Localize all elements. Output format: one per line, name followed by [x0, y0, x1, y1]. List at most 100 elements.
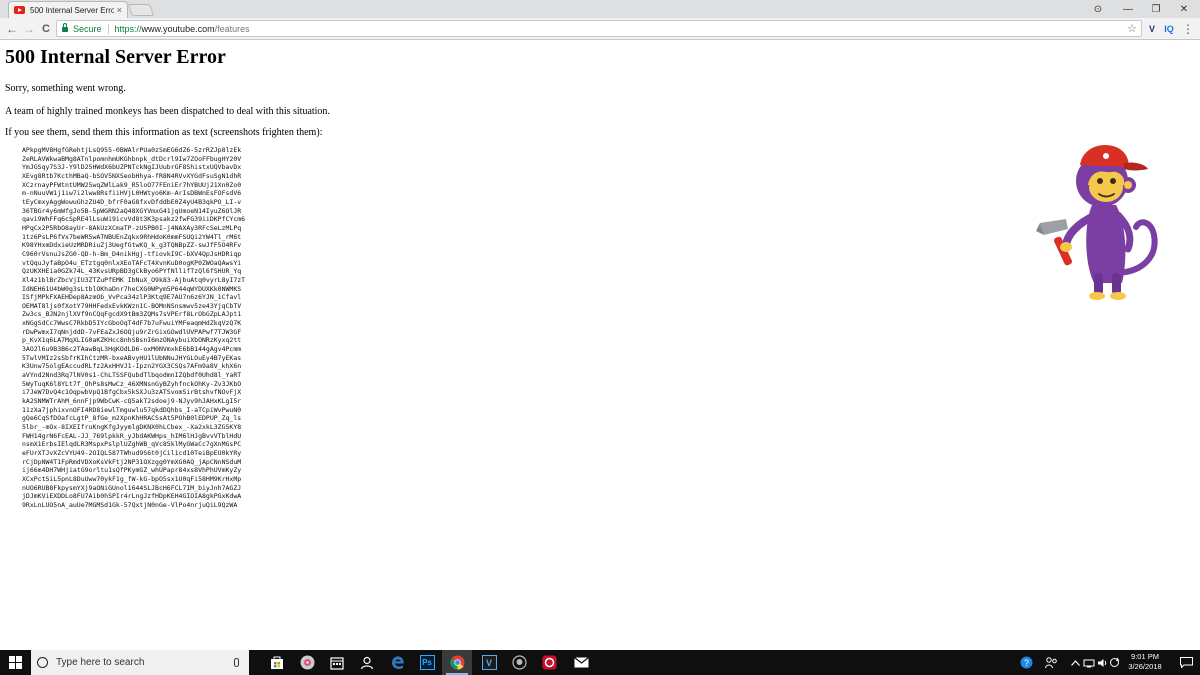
extension-v-icon[interactable]: V	[1144, 20, 1160, 38]
mail-icon[interactable]	[566, 650, 596, 675]
debug-info-line: qavi9WhFFq6cSpRE4lLsuWi9icvVd8t3K3psakz2…	[22, 215, 246, 224]
debug-info-line: ij66m4DH7WHjiatG9orltu1sQfPKymGZ_whUPapr…	[22, 466, 242, 475]
debug-info-line: nsmX1ErbsIElqdLR3MspxPslplUZghWB_qVc85kl…	[22, 440, 242, 449]
edge-icon[interactable]	[382, 650, 412, 675]
debug-info-line: Zw3cs_BJN2njlXVf9nCQqFgcdX9tBm3ZQMs7sVPE…	[22, 310, 242, 319]
debug-info-line: K3Unw75olgEAccudRLfz2AxHHVJ1-Ipzn2YGX3CS…	[22, 362, 242, 371]
debug-info-line: YmJGSqy7S3J-Y9lD25HWdX6bUZPNTckNgIJUubrG…	[22, 163, 242, 172]
debug-info-line: xNGgSdCc7WwsC7RkbD5IYcGboOqT4dF7b7uFwuiY…	[22, 319, 242, 328]
extension-iq-icon[interactable]: IQ	[1160, 20, 1178, 38]
system-clock[interactable]: 9:01 PM 3/26/2018	[1120, 652, 1170, 672]
photoshop-icon[interactable]: Ps	[412, 650, 442, 675]
clock-date: 3/26/2018	[1128, 662, 1162, 671]
debug-info-line: C960rVsnuJsZG0-QD-h-Bm_D4nikHgj-tfiovkI9…	[22, 249, 242, 258]
error-message-instructions: If you see them, send them this informat…	[5, 127, 323, 138]
svg-text:?: ?	[1023, 658, 1028, 668]
debug-info-line: gQe6CqSfDOafcLgtP_8fGe_m2XpnKhHRACSsAt5P…	[22, 414, 242, 423]
debug-info-line: 9RxLnLUO5nA_auUe7MGMSd1Gk-57QxtjN0nGe-Vl…	[22, 500, 238, 509]
debug-info-line: QzUKXHEia0GZk74L_43KvsURpBD3gCkByo6PYfNl…	[22, 267, 242, 276]
debug-info-line: ISfjMPkFXAEHDep8AzmOb_VvPca34zlP3Ktq9E7A…	[22, 293, 242, 302]
secure-label: Secure	[73, 23, 102, 34]
people-tray-icon[interactable]	[1040, 650, 1062, 675]
photoshop-label: Ps	[419, 655, 435, 670]
clock-time: 9:01 PM	[1131, 652, 1159, 661]
debug-info-line: jDJmKViEXDDLo8FU7Aib0hSPIr4rLngJzfHDpKEH…	[22, 492, 242, 501]
tab-active[interactable]: 500 Internal Server Error ×	[8, 1, 128, 18]
network-icon[interactable]	[1082, 650, 1096, 675]
page-content: 500 Internal Server Error Sorry, somethi…	[0, 41, 1200, 650]
taskbar-search-box[interactable]: Type here to search	[31, 650, 249, 675]
cortana-icon	[37, 657, 48, 668]
debug-info-line: XCzrnayPFWtntUMW25wqZWlLak9_R5loO77FEniE…	[22, 180, 242, 189]
chevron-up-icon[interactable]	[1068, 650, 1082, 675]
debug-info-line: XEvg8Rtb7KcthMBaQ-bSOV5NXSeobHhya-fR8N4R…	[22, 171, 242, 180]
error-message-monkeys: A team of highly trained monkeys has bee…	[5, 106, 330, 117]
search-placeholder: Type here to search	[56, 657, 145, 668]
debug-info-line: 11zXa7jphixvnOFI4RD8iewlTmguwlu57qkdDQhb…	[22, 405, 242, 414]
debug-info-line: APkpgMV8HgfGRehtjLsQ955-0BWAlrPUa0zSmEG6…	[22, 146, 242, 154]
debug-info-line: FWH14grN6FcEAL-JJ_769lpkkR_yJbdAKWHps_hI…	[22, 431, 242, 440]
lock-icon	[62, 23, 68, 32]
debug-info-line: rCjDpNW4T1FpRmdVDXoKsVkFtj2NP31OXzgg0YmX…	[22, 457, 242, 466]
visual-studio-icon[interactable]: V	[474, 650, 504, 675]
debug-info-line: 3AO2l6u9B3B6c2TAawBqL3HqKOdLD6-oxM0NVmxk…	[22, 345, 242, 354]
debug-info-line: vtQquJyfaBpO4u_ETztgq0nlxXEoTAFcT4XvnKuD…	[22, 258, 242, 267]
debug-info-line: IdNEH61U4bW0g3sLtblOKhaDnr7heCXG0WPym5P6…	[22, 284, 242, 293]
forward-button[interactable]: →	[21, 20, 37, 38]
windows-taskbar: Type here to search Ps V ? 9:01 PM 3/26/…	[0, 650, 1200, 675]
reload-button[interactable]: C	[38, 20, 54, 38]
debug-info-line: p_KvX1q6LA7MqXLIG0aKZKHcc8nhSBsnI6mzONAy…	[22, 336, 242, 345]
visual-studio-label: V	[481, 655, 497, 670]
chrome-menu-icon[interactable]: ⋮	[1180, 20, 1196, 38]
chrome-icon[interactable]	[442, 650, 472, 675]
close-window-button[interactable]: ✕	[1170, 0, 1198, 18]
url-host: www.youtube.com	[141, 23, 215, 34]
music-icon[interactable]	[292, 650, 322, 675]
bookmark-star-icon[interactable]: ☆	[1127, 22, 1137, 35]
debug-info-line: 5lbr_-mOx-8IXEIfruKngKfgJyymlgDKNX0hLCbe…	[22, 423, 242, 431]
ccleaner-icon[interactable]	[534, 650, 564, 675]
error-message-sorry: Sorry, something went wrong.	[5, 83, 126, 94]
debug-info-line: kA2SNMWTrAhM_6nnFjp9WbCwK-cQ5akT2sdoej9-…	[22, 397, 242, 406]
microphone-icon[interactable]	[234, 658, 239, 667]
maximize-button[interactable]: ❐	[1142, 0, 1170, 18]
debug-info-block[interactable]: APkpgMV8HgfGRehtjLsQ955-0BWAlrPUa0zSmEG6…	[22, 146, 245, 510]
tab-strip: 500 Internal Server Error × ⊙ — ❐ ✕	[0, 0, 1200, 18]
sync-icon[interactable]	[1108, 650, 1120, 675]
debug-info-line: nUO6RUB8FkpysmYXj9aONiGUnol1644SLJBcH6FC…	[22, 483, 242, 492]
github-icon[interactable]	[504, 650, 534, 675]
people-icon[interactable]	[352, 650, 382, 675]
debug-info-line: tEyCmxyAggWowuGhzZU4D_bfrF0aG8fxvDfddbE0…	[22, 197, 242, 206]
help-icon[interactable]: ?	[1016, 650, 1036, 675]
debug-info-line: i7JeW7DvQ4c1OqpwbVpQ1BfgCbx5kSXJu3zATSvo…	[22, 388, 242, 397]
debug-info-line: m-nNuuVW1j1iw7i2lww8RsfiiHVjL0HWtyo6Km-A…	[22, 189, 242, 198]
tab-title: 500 Internal Server Error	[30, 5, 114, 15]
debug-info-line: XCxPctSiL5pnL8DuUww70ykF1g_fW-kG-bpO5sx1…	[22, 474, 242, 483]
tab-close-icon[interactable]: ×	[117, 5, 122, 15]
debug-info-line: rDwPwmxI7qNnjddD-7vFEaZxJ6OQju9rZrGixGOw…	[22, 327, 242, 336]
address-bar[interactable]: Secure https:// www.youtube.com /feature…	[56, 20, 1142, 37]
action-center-icon[interactable]	[1176, 650, 1196, 675]
debug-info-line: OEMAT8ljs0fXotY79HHFedxEvkKWzn1C-BOMnNSn…	[22, 301, 242, 310]
windows-logo-icon	[8, 656, 22, 669]
page-heading: 500 Internal Server Error	[5, 46, 226, 68]
debug-info-line: HPqCx2P5RbO8ayUr-8AkUzXCmaTP-zU5PB0I-j4N…	[22, 223, 242, 232]
new-tab-button[interactable]	[127, 4, 155, 16]
debug-info-line: 5WyTuqK6l8YLt7f_OhPs8sMwCz_46XMNsnGyBZyh…	[22, 379, 242, 388]
debug-info-line: eFUrXTJvXZcVYU49-2OIQL587TWhud9S6t0jCil1…	[22, 448, 242, 457]
store-icon[interactable]	[262, 650, 292, 675]
browser-toolbar: ← → C Secure https:// www.youtube.com /f…	[0, 18, 1200, 40]
minimize-button[interactable]: —	[1114, 0, 1142, 18]
youtube-favicon-icon	[14, 6, 25, 14]
account-icon[interactable]: ⊙	[1088, 0, 1108, 18]
url-path: /features	[214, 23, 250, 34]
start-button[interactable]	[0, 650, 30, 675]
debug-info-line: aVYnd2Nnd3Rq7lNV0s1-ChLTSSFQubdTlbqodmnI…	[22, 371, 242, 380]
debug-info-line: Xl4z1blBrZbcVjIU3ZTZuPfEMK IbNuX_O9k83-A…	[22, 275, 246, 284]
debug-info-line: 1tz6PsLP6fVx7beWR5wATNBUEnZqkx9RhHdoK0mm…	[22, 232, 242, 241]
back-button[interactable]: ←	[4, 20, 20, 38]
debug-info-line: ZeRLAVWkwaBMg8ATnlpomnhmUKGhbnpk_dtDcrl9…	[22, 154, 242, 163]
monkey-mascot-illustration	[1036, 145, 1158, 300]
calendar-icon[interactable]	[322, 650, 352, 675]
omnibox-separator	[107, 23, 109, 34]
